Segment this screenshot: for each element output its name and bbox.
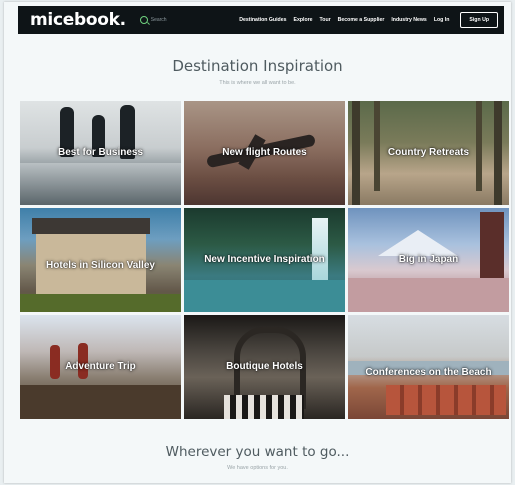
page-title: Destination Inspiration [172, 57, 343, 75]
search[interactable]: Search [139, 16, 167, 24]
rocky-ground [20, 385, 181, 419]
tile-label: Conferences on the Beach [365, 367, 492, 379]
tile-label: Adventure Trip [65, 361, 136, 372]
tile-label: Country Retreats [387, 147, 470, 158]
tile-adventure-trip[interactable]: Adventure Trip [20, 315, 181, 419]
sign-up-button[interactable]: Sign Up [460, 12, 498, 28]
page-subtitle: This is where we all want to be. [219, 80, 296, 86]
nav-become-supplier[interactable]: Become a Supplier [338, 17, 385, 23]
search-icon[interactable] [139, 16, 148, 24]
destination-grid: Best for Business New flight Routes Coun… [20, 101, 509, 419]
table-image [20, 163, 181, 205]
hedge [20, 294, 181, 312]
tile-conferences-beach[interactable]: Conferences on the Beach [348, 315, 509, 419]
beach-tables-image [386, 385, 506, 415]
tile-hotels-silicon-valley[interactable]: Hotels in Silicon Valley [20, 208, 181, 312]
nav-links: Destination Guides Explore Tour Become a… [239, 12, 498, 28]
tile-label: Hotels in Silicon Valley [46, 260, 155, 272]
nav-industry-news[interactable]: Industry News [391, 17, 426, 23]
tree-row-right-2 [476, 101, 482, 191]
tree-row-left-2 [374, 101, 380, 191]
tile-new-incentive-inspiration[interactable]: New Incentive Inspiration [184, 208, 345, 312]
tile-best-for-business[interactable]: Best for Business [20, 101, 181, 205]
search-label[interactable]: Search [151, 17, 167, 23]
nav-tour[interactable]: Tour [320, 17, 331, 23]
tile-label: New flight Routes [222, 147, 307, 158]
hotel-roof [32, 218, 150, 234]
checkered-floor [224, 395, 304, 419]
tile-country-retreats[interactable]: Country Retreats [348, 101, 509, 205]
tile-boutique-hotels[interactable]: Boutique Hotels [184, 315, 345, 419]
tile-label: Boutique Hotels [226, 361, 303, 372]
top-nav: micebook. Search Destination Guides Expl… [18, 6, 504, 34]
cherry-blossoms [348, 278, 509, 312]
logo[interactable]: micebook. [30, 10, 126, 30]
tile-new-flight-routes[interactable]: New flight Routes [184, 101, 345, 205]
tile-label: Big in Japan [398, 254, 459, 265]
footer-subtitle: We have options for you. [227, 465, 288, 471]
tile-label: Best for Business [57, 147, 144, 158]
waterfall-image [312, 218, 328, 282]
nav-destination-guides[interactable]: Destination Guides [239, 17, 286, 23]
nav-log-in[interactable]: Log In [434, 17, 450, 23]
tile-label: New Incentive Inspiration [204, 254, 325, 265]
nav-explore[interactable]: Explore [293, 17, 312, 23]
mount-fuji-image [378, 230, 458, 256]
footer-title: Wherever you want to go... [165, 444, 350, 460]
lagoon [184, 280, 345, 312]
page-frame: micebook. Search Destination Guides Expl… [4, 2, 511, 483]
tile-big-in-japan[interactable]: Big in Japan [348, 208, 509, 312]
